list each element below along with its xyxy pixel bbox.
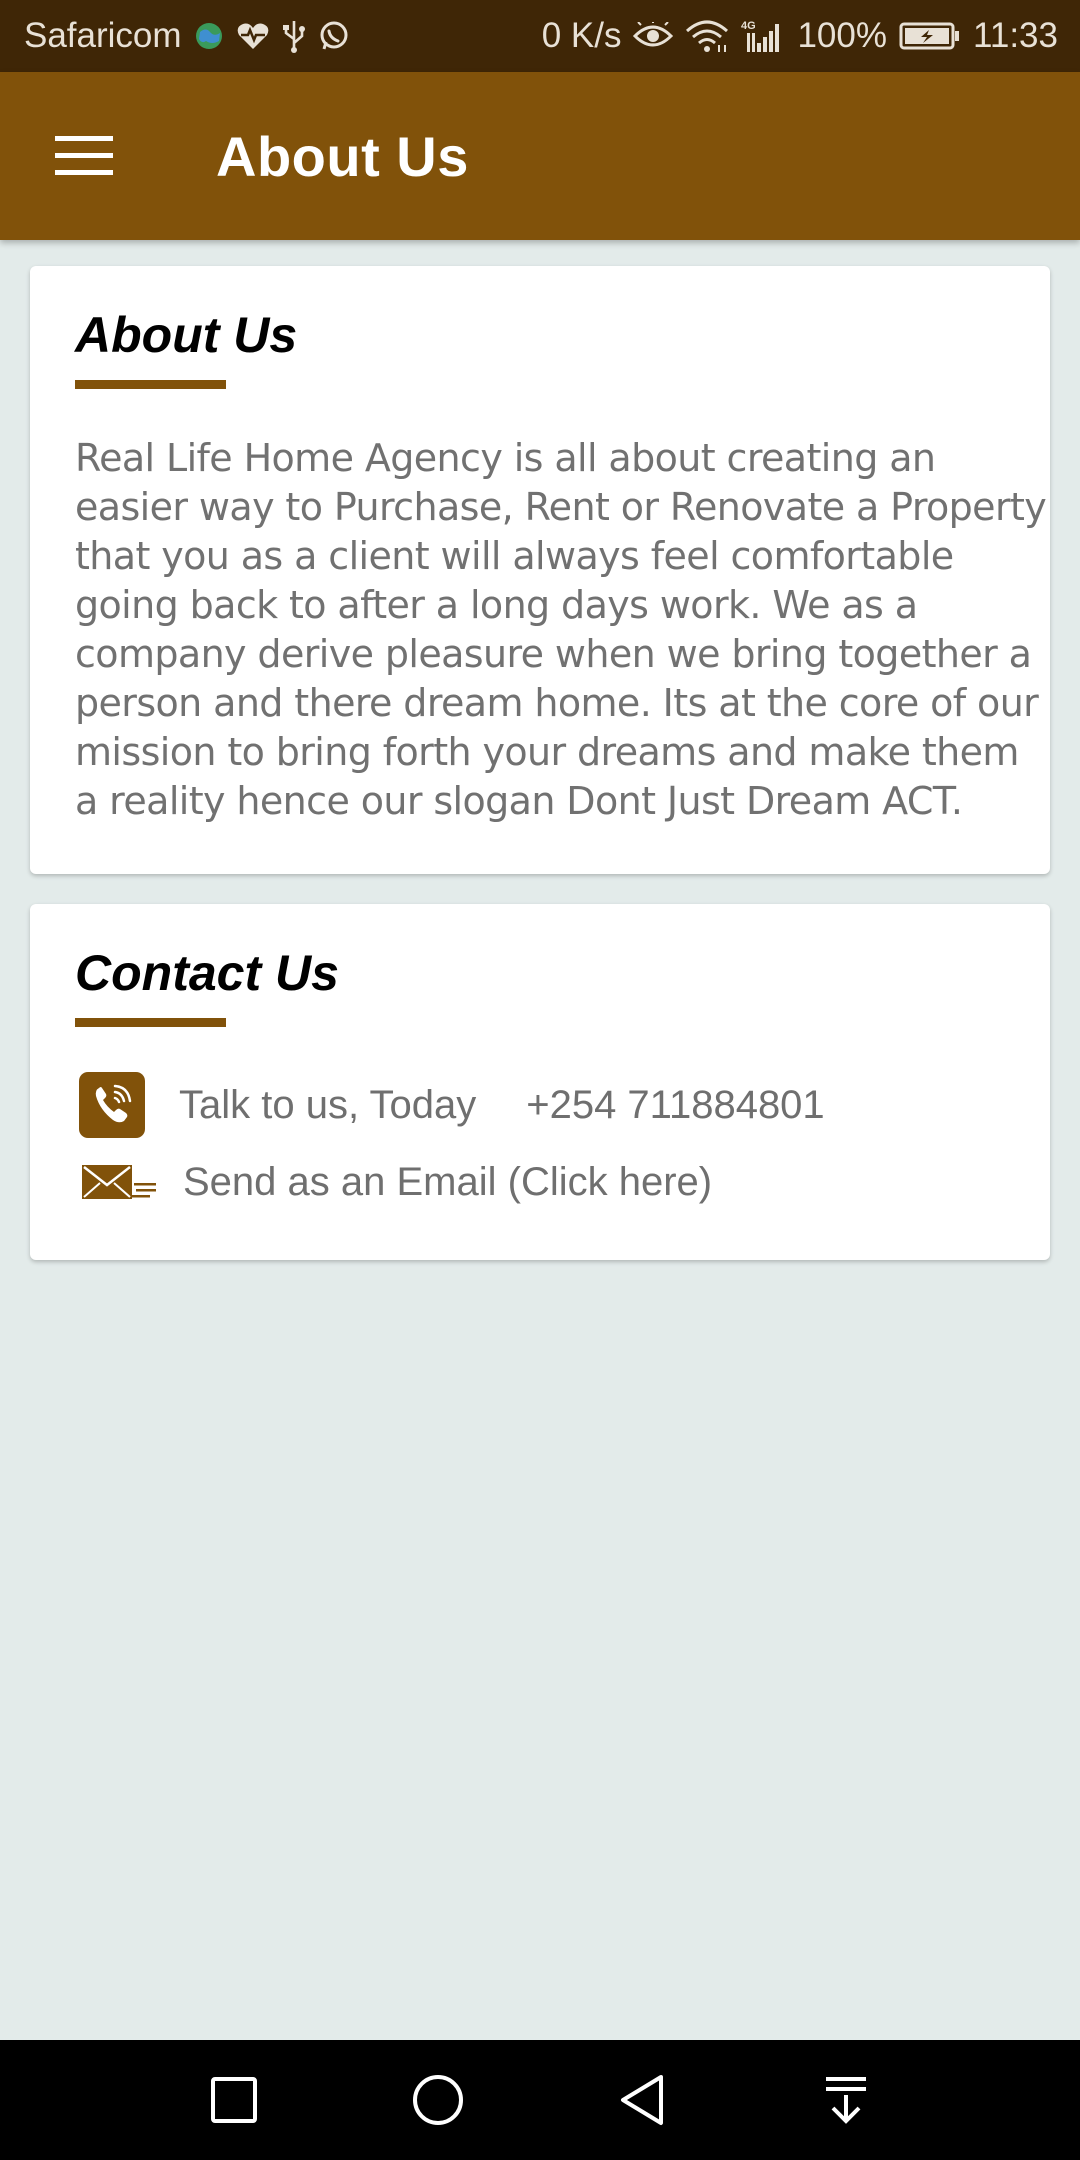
- email-link[interactable]: Send as an Email (Click here): [183, 1160, 712, 1205]
- usb-icon: [282, 19, 306, 53]
- app-bar: About Us: [0, 72, 1080, 240]
- whatsapp-icon: [318, 20, 350, 52]
- call-label: Talk to us, Today: [179, 1082, 477, 1127]
- eye-icon: [633, 22, 674, 50]
- battery-percent: 100%: [797, 16, 887, 55]
- about-heading-underline: [75, 380, 226, 389]
- about-line: easier way to Purchase, Rent or Renovate…: [75, 485, 1047, 529]
- about-line: person and there dream home. Its at the …: [75, 681, 1039, 725]
- back-button[interactable]: [582, 2040, 702, 2160]
- about-line: that you as a client will always feel co…: [75, 534, 954, 578]
- wifi-icon: [685, 19, 729, 53]
- about-heading: About Us: [75, 307, 298, 363]
- about-line: company derive pleasure when we bring to…: [75, 632, 1032, 676]
- carrier-name: Safaricom: [24, 16, 182, 55]
- contact-card: Contact Us Talk to us, Today +254 711884…: [30, 904, 1050, 1260]
- call-row[interactable]: Talk to us, Today +254 711884801: [75, 1072, 825, 1138]
- about-line: Real Life Home Agency is all about creat…: [75, 436, 936, 480]
- contact-heading: Contact Us: [75, 945, 339, 1001]
- status-right: 0 K/s 4G 100% 11:33: [542, 16, 1058, 56]
- status-bar: Safaricom 0 K/s 4G 100% 11:33: [0, 0, 1080, 72]
- network-speed: 0 K/s: [541, 16, 622, 55]
- signal-icon: 4G: [741, 19, 785, 53]
- phone-number[interactable]: +254 711884801: [526, 1083, 824, 1128]
- email-row[interactable]: Send as an Email (Click here): [75, 1160, 712, 1205]
- globe-icon: [194, 21, 224, 51]
- recent-apps-icon: [211, 2077, 257, 2123]
- home-button[interactable]: [378, 2040, 498, 2160]
- svg-text:4G: 4G: [741, 20, 756, 32]
- notification-pull-icon: [826, 2077, 866, 2124]
- about-description: Real Life Home Agency is all about creat…: [75, 434, 1050, 826]
- hamburger-menu-icon: [55, 136, 113, 175]
- envelope-icon: [82, 1164, 156, 1199]
- about-line: a reality hence our slogan Dont Just Dre…: [75, 779, 963, 823]
- back-icon: [621, 2075, 663, 2125]
- contact-heading-underline: [75, 1018, 226, 1027]
- phone-icon: [79, 1072, 145, 1138]
- about-card: About Us Real Life Home Agency is all ab…: [30, 266, 1050, 874]
- system-nav-bar: [0, 2040, 1080, 2160]
- menu-button[interactable]: [42, 114, 126, 198]
- heart-pulse-icon: [236, 21, 270, 51]
- page-title: About Us: [216, 124, 469, 188]
- status-left: Safaricom: [24, 16, 350, 56]
- notification-pull-button[interactable]: [786, 2040, 906, 2160]
- recent-apps-button[interactable]: [174, 2040, 294, 2160]
- home-icon: [413, 2075, 463, 2125]
- clock: 11:33: [973, 16, 1058, 55]
- about-line: going back to after a long days work. We…: [75, 583, 918, 627]
- about-line: mission to bring forth your dreams and m…: [75, 730, 1019, 774]
- battery-icon: [899, 21, 961, 51]
